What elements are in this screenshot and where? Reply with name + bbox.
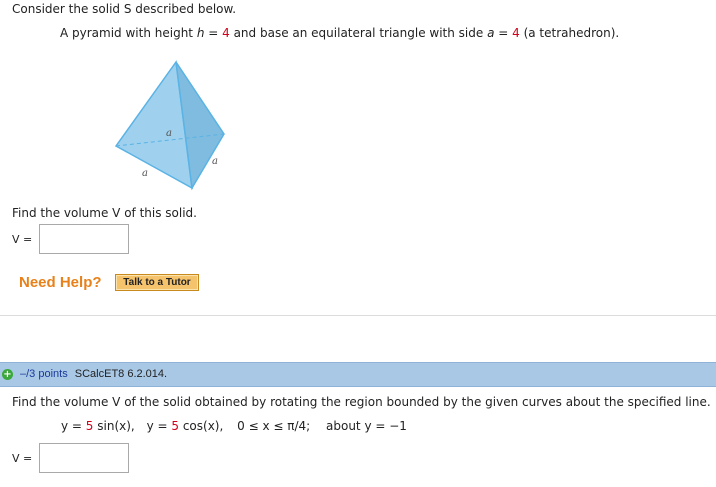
problem2-curves: y = 5 sin(x), y = 5 cos(x), 0 ≤ x ≤ π/4;… — [61, 419, 407, 433]
y2-coefficient: 5 — [171, 419, 179, 433]
tetrahedron-figure: a a a — [114, 60, 225, 191]
side-value: 4 — [512, 26, 520, 40]
need-help-label: Need Help? — [19, 274, 102, 291]
edge-label-right: a — [212, 156, 218, 167]
talk-to-tutor-button[interactable]: Talk to a Tutor — [115, 274, 199, 291]
answer-label-1: V = — [12, 233, 33, 246]
problem1-description: A pyramid with height h = 4 and base an … — [60, 26, 620, 40]
problem-code: SCalcET8 6.2.014. — [74, 368, 168, 380]
volume-answer-input-1[interactable] — [39, 224, 129, 254]
answer-label-2: V = — [12, 452, 33, 465]
x-range: 0 ≤ x ≤ π/4; — [237, 419, 311, 433]
edge-label-front: a — [142, 168, 148, 179]
edge-label-back: a — [166, 128, 172, 139]
problem2-header: –/3 points SCalcET8 6.2.014. — [20, 368, 167, 380]
rotation-axis: about y = −1 — [326, 419, 407, 433]
expand-plus-icon[interactable]: + — [2, 369, 13, 380]
problem2-header-bar: + –/3 points SCalcET8 6.2.014. — [0, 362, 716, 387]
volume-answer-input-2[interactable] — [39, 443, 129, 473]
height-value: 4 — [222, 26, 230, 40]
points-label: –/3 points — [20, 368, 68, 380]
problem2-question: Find the volume V of the solid obtained … — [12, 395, 711, 409]
problem1-find-text: Find the volume V of this solid. — [12, 206, 197, 220]
problem1-intro: Consider the solid S described below. — [12, 2, 237, 16]
section-divider — [0, 315, 716, 316]
